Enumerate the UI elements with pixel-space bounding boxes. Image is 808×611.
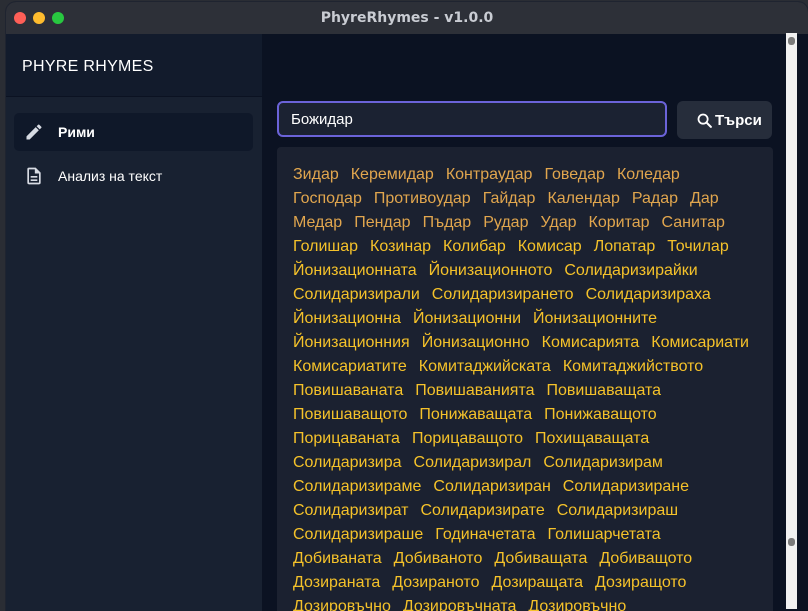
rhyme-word[interactable]: Дозиращата	[491, 571, 583, 595]
main-panel: Търси Зидар Керемидар Контраудар Говедар Кол…	[262, 34, 808, 611]
app-brand: PHYRE RHYMES	[6, 34, 262, 97]
rhyme-word[interactable]: Солидаризираш	[557, 499, 678, 523]
page-scrollbar[interactable]	[786, 33, 797, 609]
rhyme-word[interactable]: Добиващата	[494, 547, 587, 571]
sidebar-item-rhymes[interactable]: Рими	[14, 113, 253, 151]
rhyme-word[interactable]: Дозираното	[392, 571, 479, 595]
brand-label: PHYRE RHYMES	[22, 58, 154, 75]
document-icon	[27, 167, 41, 185]
rhyme-word[interactable]: Контраудар	[446, 163, 533, 187]
rhyme-word[interactable]: Порицаващото	[412, 427, 523, 451]
rhyme-word[interactable]: Порицаваната	[293, 427, 400, 451]
rhyme-word[interactable]: Солидаризирал	[414, 451, 532, 475]
sidebar-item-label: Рими	[58, 124, 95, 140]
rhyme-word[interactable]: Козинар	[370, 235, 431, 259]
rhyme-word[interactable]: Коледар	[617, 163, 680, 187]
rhyme-word[interactable]: Добиваното	[394, 547, 483, 571]
rhyme-word[interactable]: Комисариатите	[293, 355, 407, 379]
rhyme-word[interactable]: Йонизационното	[429, 259, 553, 283]
rhyme-word[interactable]: Комисариати	[651, 331, 749, 355]
rhyme-word[interactable]: Годиначетата	[435, 523, 535, 547]
rhyme-word[interactable]: Йонизационните	[533, 307, 657, 331]
rhyme-list: Зидар Керемидар Контраудар Говедар Коледар Го…	[293, 163, 763, 611]
rhyme-word[interactable]: Понижаващото	[544, 403, 657, 427]
rhyme-word[interactable]: Солидаризиране	[563, 475, 689, 499]
rhyme-word[interactable]: Дозировъчната	[403, 595, 517, 611]
rhyme-word[interactable]: Солидаризираме	[293, 475, 421, 499]
rhyme-word[interactable]: Похищаващата	[535, 427, 649, 451]
rhyme-word[interactable]: Пендар	[354, 211, 410, 235]
rhyme-word[interactable]: Гайдар	[483, 187, 536, 211]
rhyme-word[interactable]: Солидаризирането	[432, 283, 574, 307]
rhyme-word[interactable]: Солидаризиран	[433, 475, 550, 499]
rhyme-word[interactable]: Комитаджийството	[563, 355, 703, 379]
rhyme-word[interactable]: Солидаризирайки	[564, 259, 697, 283]
rhyme-word[interactable]: Комисар	[518, 235, 582, 259]
rhyme-word[interactable]: Солидаризират	[293, 499, 409, 523]
rhyme-word[interactable]: Йонизационно	[422, 331, 530, 355]
rhyme-word[interactable]: Солидаризираха	[586, 283, 711, 307]
rhyme-word[interactable]: Солидаризирали	[293, 283, 420, 307]
rhyme-word[interactable]: Календар	[547, 187, 619, 211]
rhyme-word[interactable]: Дар	[690, 187, 719, 211]
scroll-up-arrow[interactable]	[788, 37, 795, 45]
rhyme-word[interactable]: Говедар	[544, 163, 605, 187]
rhyme-word[interactable]: Коритар	[589, 211, 650, 235]
rhyme-word[interactable]: Комисарията	[542, 331, 640, 355]
rhyme-word[interactable]: Дозираната	[293, 571, 380, 595]
rhyme-word[interactable]: Йонизационната	[293, 259, 417, 283]
search-icon	[697, 113, 712, 128]
rhyme-word[interactable]: Зидар	[293, 163, 339, 187]
rhyme-word[interactable]: Йонизационни	[413, 307, 521, 331]
rhyme-word[interactable]: Противоудар	[374, 187, 471, 211]
rhyme-word[interactable]: Санитар	[662, 211, 725, 235]
sidebar: PHYRE RHYMES Рими Анализ на текст	[6, 34, 262, 611]
rhyme-word[interactable]: Медар	[293, 211, 342, 235]
rhyme-word[interactable]: Господар	[293, 187, 362, 211]
window-title: PhyreRhymes - v1.0.0	[320, 10, 494, 26]
rhyme-word[interactable]: Солидаризирате	[421, 499, 545, 523]
rhyme-word[interactable]: Повишаванията	[415, 379, 534, 403]
app-window: PhyreRhymes - v1.0.0 PHYRE RHYMES Рими А…	[6, 2, 808, 611]
rhyme-word[interactable]: Голишар	[293, 235, 358, 259]
rhyme-word[interactable]: Йонизационния	[293, 331, 410, 355]
sidebar-nav: Рими Анализ на текст	[6, 97, 262, 611]
rhyme-word[interactable]: Дозировъчно	[293, 595, 391, 611]
search-button-label: Търси	[715, 112, 762, 129]
sidebar-item-label: Анализ на текст	[58, 168, 163, 184]
rhyme-word[interactable]: Добиващото	[599, 547, 692, 571]
rhyme-results-panel: Зидар Керемидар Контраудар Говедар Коледар Го…	[277, 147, 773, 611]
rhyme-word[interactable]: Добиваната	[293, 547, 382, 571]
rhyme-word[interactable]: Голишарчетата	[548, 523, 661, 547]
rhyme-word[interactable]: Колибар	[443, 235, 506, 259]
rhyme-word[interactable]: Дозиращото	[595, 571, 686, 595]
rhyme-word[interactable]: Повишаващото	[293, 403, 407, 427]
rhyme-word[interactable]: Повишаващата	[547, 379, 662, 403]
rhyme-word[interactable]: Радар	[632, 187, 678, 211]
rhyme-word[interactable]: Точилар	[667, 235, 728, 259]
search-input[interactable]	[277, 101, 667, 137]
rhyme-word[interactable]: Рудар	[483, 211, 528, 235]
rhyme-word[interactable]: Солидаризира	[293, 451, 402, 475]
sidebar-item-text-analysis[interactable]: Анализ на текст	[14, 157, 253, 195]
rhyme-word[interactable]: Пъдар	[423, 211, 472, 235]
rhyme-word[interactable]: Лопатар	[594, 235, 656, 259]
rhyme-word[interactable]: Повишаваната	[293, 379, 403, 403]
pencil-icon	[26, 124, 42, 140]
rhyme-word[interactable]: Керемидар	[351, 163, 434, 187]
rhyme-word[interactable]: Солидаризираше	[293, 523, 423, 547]
rhyme-word[interactable]: Дозировъчно	[528, 595, 626, 611]
title-bar[interactable]: PhyreRhymes - v1.0.0	[6, 2, 808, 35]
rhyme-word[interactable]: Понижаващата	[419, 403, 532, 427]
rhyme-word[interactable]: Комитаджийската	[419, 355, 551, 379]
rhyme-word[interactable]: Йонизационна	[293, 307, 401, 331]
search-button[interactable]: Търси	[677, 101, 772, 139]
scroll-down-arrow[interactable]	[788, 538, 795, 546]
rhyme-word[interactable]: Солидаризирам	[543, 451, 663, 475]
rhyme-word[interactable]: Удар	[540, 211, 576, 235]
